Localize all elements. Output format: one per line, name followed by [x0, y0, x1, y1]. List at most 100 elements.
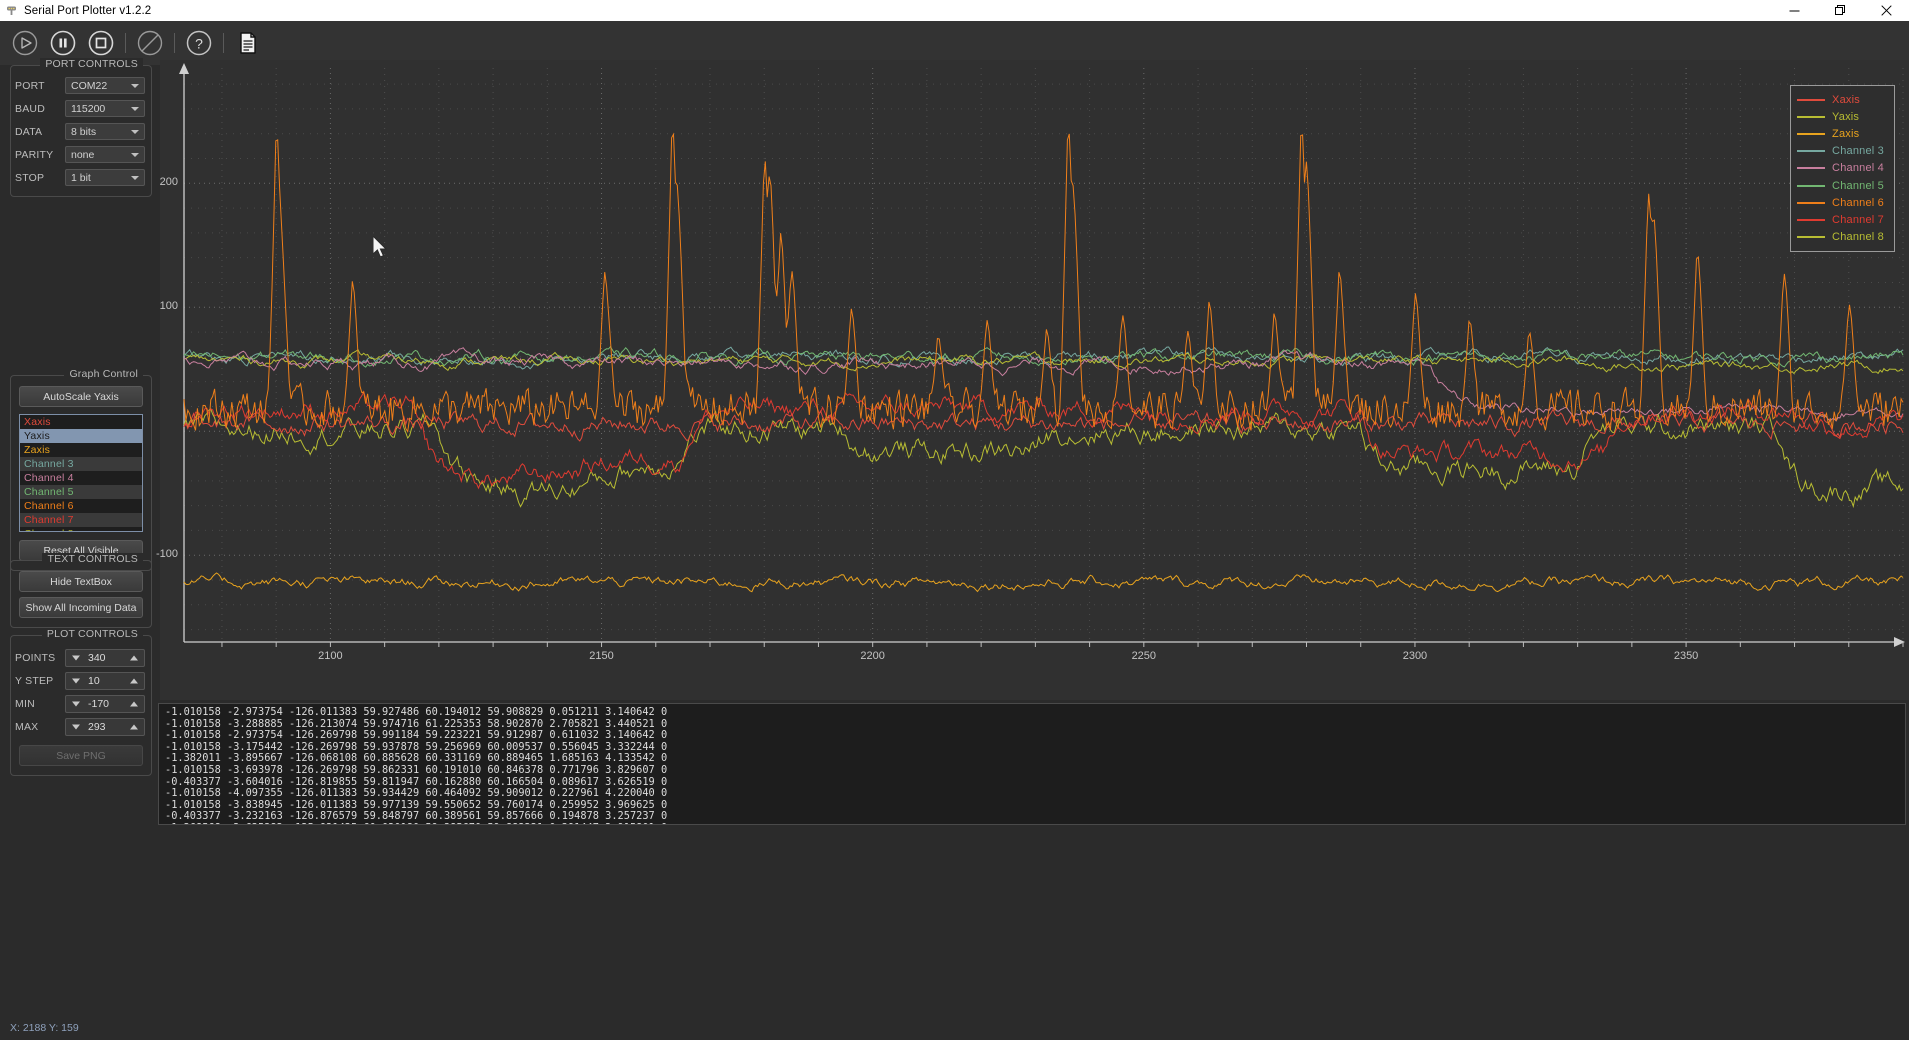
- text-controls-group: TEXT CONTROLS Hide TextBox Show All Inco…: [10, 560, 152, 628]
- chevron-down-icon[interactable]: [72, 678, 80, 683]
- plot-controls-title: PLOT CONTROLS: [42, 628, 143, 640]
- parity-select-row: PARITYnone: [15, 143, 145, 166]
- data-line: -1.010158 -4.097355 -126.011383 59.93442…: [165, 788, 1905, 800]
- plot-area[interactable]: XaxisYaxisZaxisChannel 3Channel 4Channel…: [160, 60, 1909, 700]
- title-bar: Serial Port Plotter v1.2.2: [0, 0, 1909, 21]
- legend-label: Xaxis: [1832, 94, 1860, 106]
- max-spinner-value: 293: [88, 721, 106, 733]
- data-bits-select[interactable]: 8 bits: [65, 123, 145, 140]
- min-spinner[interactable]: -170: [65, 695, 145, 713]
- port-select-value: COM22: [71, 80, 107, 92]
- y-tick-label: 200: [148, 176, 178, 188]
- close-button[interactable]: [1863, 0, 1909, 21]
- graph-control-group: Graph Control AutoScale Yaxis XaxisYaxis…: [10, 375, 152, 571]
- channel-item-channel-8[interactable]: Channel 8: [20, 527, 142, 532]
- status-bar: X: 2188 Y: 159: [0, 1022, 1909, 1040]
- max-spinner-row: MAX293: [15, 715, 145, 738]
- graph-control-title: Graph Control: [64, 368, 143, 380]
- points-spinner-value: 340: [88, 652, 106, 664]
- x-tick-label: 2100: [305, 650, 355, 662]
- chevron-up-icon[interactable]: [130, 701, 138, 706]
- incoming-data-textbox[interactable]: -1.010158 -2.973754 -126.011383 59.92748…: [158, 703, 1906, 825]
- legend-label: Channel 5: [1832, 180, 1884, 192]
- series-path: [184, 408, 1903, 441]
- show-all-incoming-data-button[interactable]: Show All Incoming Data: [19, 597, 143, 618]
- channel-item-channel-7[interactable]: Channel 7: [20, 513, 142, 527]
- chevron-down-icon[interactable]: [72, 724, 80, 729]
- min-spinner-label: MIN: [15, 698, 65, 710]
- plot-canvas: [160, 60, 1909, 700]
- parity-select[interactable]: none: [65, 146, 145, 163]
- chevron-up-icon[interactable]: [130, 655, 138, 660]
- channel-item-channel-4[interactable]: Channel 4: [20, 471, 142, 485]
- axes: [179, 63, 1905, 647]
- maximize-button[interactable]: [1817, 0, 1863, 21]
- ystep-spinner-row: Y STEP10: [15, 669, 145, 692]
- stop-button[interactable]: [82, 24, 120, 62]
- x-tick-label: 2300: [1390, 650, 1440, 662]
- save-png-button[interactable]: Save PNG: [19, 745, 143, 766]
- svg-text:?: ?: [195, 36, 203, 52]
- chevron-up-icon[interactable]: [130, 678, 138, 683]
- data-bits-select-value: 8 bits: [71, 126, 96, 138]
- points-spinner-label: POINTS: [15, 652, 65, 664]
- legend-swatch: [1797, 236, 1825, 238]
- x-tick-label: 2350: [1661, 650, 1711, 662]
- legend-label: Channel 3: [1832, 145, 1884, 157]
- document-icon[interactable]: [229, 24, 267, 62]
- max-spinner[interactable]: 293: [65, 718, 145, 736]
- channel-item-channel-6[interactable]: Channel 6: [20, 499, 142, 513]
- points-spinner[interactable]: 340: [65, 649, 145, 667]
- data-line: -1.268568 -2.625382 -125.921425 60.02018…: [165, 823, 1905, 825]
- autoscale-yaxis-button[interactable]: AutoScale Yaxis: [19, 386, 143, 407]
- series-path: [184, 392, 1903, 488]
- serial-plug-icon: [5, 4, 18, 17]
- plot-controls-group: PLOT CONTROLS POINTS340Y STEP10MIN-170MA…: [10, 635, 152, 776]
- pause-button[interactable]: [44, 24, 82, 62]
- legend-label: Zaxis: [1832, 128, 1859, 140]
- chevron-down-icon[interactable]: [72, 701, 80, 706]
- legend-swatch: [1797, 133, 1825, 135]
- channel-item-yaxis[interactable]: Yaxis: [20, 429, 142, 443]
- stop-bits-select-label: STOP: [15, 172, 65, 184]
- stop-bits-select[interactable]: 1 bit: [65, 169, 145, 186]
- channel-item-channel-3[interactable]: Channel 3: [20, 457, 142, 471]
- baud-select[interactable]: 115200: [65, 100, 145, 117]
- channel-item-xaxis[interactable]: Xaxis: [20, 415, 142, 429]
- channel-item-channel-5[interactable]: Channel 5: [20, 485, 142, 499]
- x-tick-label: 2200: [848, 650, 898, 662]
- port-select-row: PORTCOM22: [15, 74, 145, 97]
- chevron-down-icon: [131, 153, 139, 157]
- port-controls-group: PORT CONTROLS PORTCOM22BAUD115200DATA8 b…: [10, 65, 152, 197]
- points-spinner-row: POINTS 340: [15, 646, 145, 669]
- chevron-down-icon[interactable]: [72, 655, 80, 660]
- legend-swatch: [1797, 167, 1825, 169]
- play-button[interactable]: [6, 24, 44, 62]
- chevron-down-icon: [131, 176, 139, 180]
- chevron-down-icon: [131, 84, 139, 88]
- hide-textbox-button[interactable]: Hide TextBox: [19, 571, 143, 592]
- port-select[interactable]: COM22: [65, 77, 145, 94]
- toolbar-separator: [223, 33, 224, 53]
- plot-legend: XaxisYaxisZaxisChannel 3Channel 4Channel…: [1790, 85, 1895, 252]
- stop-bits-select-row: STOP1 bit: [15, 166, 145, 189]
- baud-select-label: BAUD: [15, 103, 65, 115]
- data-line: -1.010158 -2.973754 -126.011383 59.92748…: [165, 707, 1905, 719]
- channel-list[interactable]: XaxisYaxisZaxisChannel 3Channel 4Channel…: [19, 414, 143, 532]
- window-title: Serial Port Plotter v1.2.2: [24, 5, 151, 17]
- legend-label: Channel 8: [1832, 231, 1884, 243]
- legend-item-xaxis: Xaxis: [1797, 91, 1884, 108]
- data-bits-select-row: DATA8 bits: [15, 120, 145, 143]
- legend-swatch: [1797, 219, 1825, 221]
- series-path: [184, 134, 1903, 432]
- no-entry-icon[interactable]: [131, 24, 169, 62]
- legend-swatch: [1797, 185, 1825, 187]
- baud-select-row: BAUD115200: [15, 97, 145, 120]
- ystep-spinner[interactable]: 10: [65, 672, 145, 690]
- min-spinner-value: -170: [88, 698, 109, 710]
- series-path: [184, 573, 1903, 592]
- question-icon[interactable]: ?: [180, 24, 218, 62]
- chevron-up-icon[interactable]: [130, 724, 138, 729]
- minimize-button[interactable]: [1771, 0, 1817, 21]
- channel-item-zaxis[interactable]: Zaxis: [20, 443, 142, 457]
